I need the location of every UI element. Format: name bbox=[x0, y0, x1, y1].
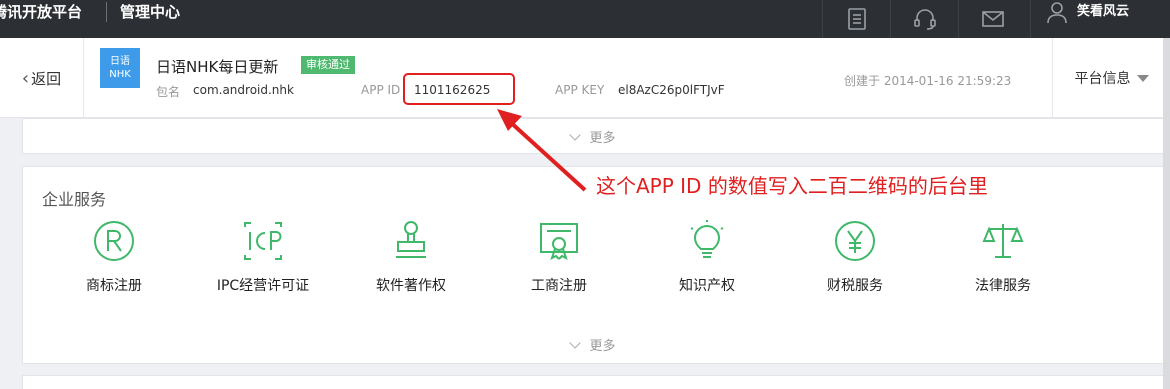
annotation-arrow-icon bbox=[497, 109, 587, 192]
annotation-text: 这个APP ID 的数值写入二百二维码的后台里 bbox=[596, 174, 988, 198]
